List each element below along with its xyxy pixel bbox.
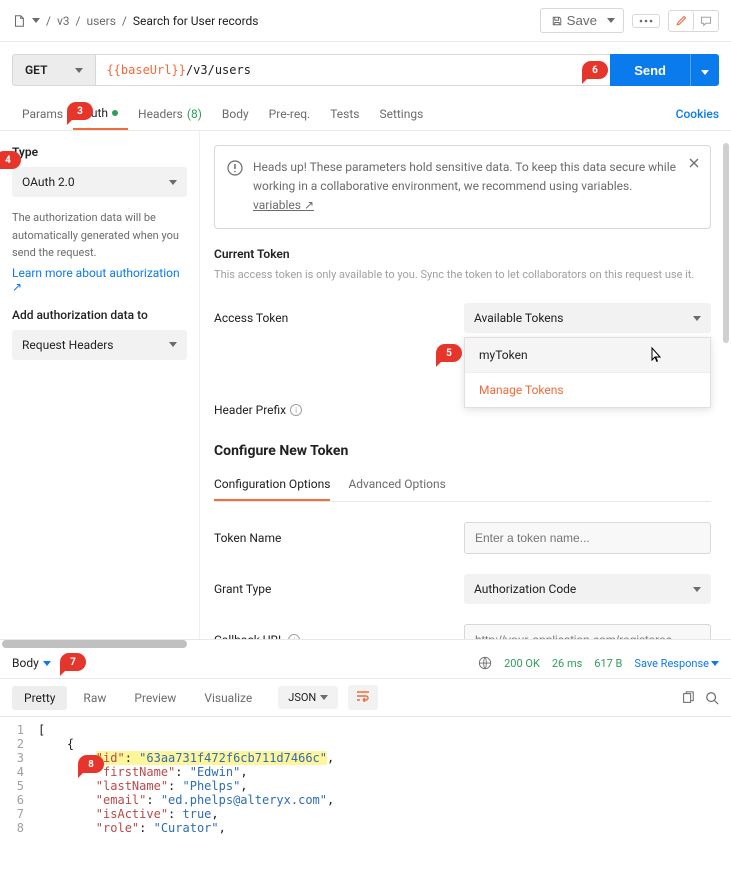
callback-url-label: Callback URL i (214, 633, 464, 639)
add-to-label: Add authorization data to (12, 308, 187, 322)
edit-button[interactable] (669, 11, 694, 31)
globe-icon[interactable] (478, 656, 492, 670)
dropdown-manage-tokens[interactable]: Manage Tokens (465, 372, 710, 407)
cookies-link[interactable]: Cookies (676, 107, 719, 121)
add-to-select[interactable]: Request Headers (12, 330, 187, 360)
current-token-title: Current Token (214, 247, 711, 261)
callout-7: 7 (60, 653, 86, 671)
callout-4: 4 (0, 151, 21, 169)
response-size: 617 B (594, 657, 622, 670)
chevron-down-icon (320, 695, 328, 700)
crumb-current: Search for User records (133, 14, 259, 28)
resp-tab-raw[interactable]: Raw (71, 686, 118, 710)
chevron-down-icon (693, 316, 701, 321)
response-body-toggle[interactable]: Body (12, 656, 51, 670)
crumb-p2[interactable]: users (86, 14, 115, 28)
comment-button[interactable] (694, 11, 718, 31)
scrollbar[interactable] (723, 143, 729, 343)
send-button[interactable]: Send (610, 54, 690, 86)
info-icon[interactable]: i (288, 634, 300, 639)
status-code: 200 OK (504, 657, 540, 670)
access-token-select[interactable]: Available Tokens myToken Manage Tokens (464, 303, 711, 333)
tab-config-options[interactable]: Configuration Options (214, 471, 330, 501)
url-input[interactable]: {{baseUrl}}/v3/users (96, 54, 610, 86)
chevron-down-icon (75, 68, 83, 73)
learn-more-link[interactable]: Learn more about authorization ↗ (12, 266, 187, 294)
tab-settings[interactable]: Settings (369, 99, 433, 129)
configure-new-token-title: Configure New Token (214, 443, 711, 459)
auth-hint: The authorization data will be automatic… (12, 209, 187, 262)
dropdown-item-mytoken[interactable]: myToken (465, 338, 710, 372)
token-name-input[interactable] (464, 522, 711, 554)
chevron-down-icon[interactable] (32, 18, 40, 23)
access-token-label: Access Token (214, 311, 464, 325)
chevron-down-icon (701, 70, 709, 75)
current-token-desc: This access token is only available to y… (214, 267, 711, 284)
search-icon[interactable] (705, 691, 719, 705)
breadcrumb: / v3 / users / Search for User records (12, 14, 259, 28)
crumb-p1[interactable]: v3 (57, 14, 70, 28)
token-dropdown: myToken Manage Tokens (464, 337, 711, 408)
callout-5: 5 (436, 344, 462, 362)
more-button[interactable] (632, 14, 660, 28)
token-name-label: Token Name (214, 531, 464, 545)
method-select[interactable]: GET (12, 54, 96, 86)
wrap-icon (356, 690, 370, 702)
chevron-down-icon (693, 587, 701, 592)
chevron-down-icon (711, 661, 719, 666)
info-icon[interactable]: i (290, 404, 302, 416)
grant-type-label: Grant Type (214, 582, 464, 596)
tab-prereq[interactable]: Pre-req. (259, 99, 321, 129)
response-format-select[interactable]: JSON (278, 686, 338, 709)
tab-tests[interactable]: Tests (320, 99, 369, 129)
close-alert-button[interactable] (688, 156, 700, 175)
comment-icon (700, 15, 712, 27)
tab-advanced-options[interactable]: Advanced Options (348, 471, 445, 501)
grant-type-select[interactable]: Authorization Code (464, 574, 711, 604)
callback-url-input[interactable] (464, 624, 711, 639)
chevron-down-icon (607, 18, 615, 23)
tab-headers[interactable]: Headers (8) (128, 99, 212, 129)
chevron-down-icon (169, 342, 177, 347)
ellipsis-icon (639, 19, 653, 23)
chevron-down-icon (43, 661, 51, 666)
status-dot-icon (112, 110, 118, 116)
header-prefix-label: Header Prefix i (214, 403, 464, 417)
callout-3: 3 (67, 102, 93, 120)
callout-6: 6 (582, 61, 608, 79)
save-icon (551, 15, 563, 27)
callout-8: 8 (78, 755, 104, 773)
tab-params[interactable]: Params (12, 99, 73, 129)
send-chevron-button[interactable] (690, 54, 719, 86)
pencil-icon (675, 15, 687, 27)
save-chevron-button[interactable] (599, 8, 624, 33)
horizontal-scrollbar[interactable] (2, 640, 187, 648)
copy-icon[interactable] (681, 691, 695, 705)
cursor-icon (648, 346, 662, 364)
variables-link[interactable]: variables ↗ (253, 198, 314, 212)
resp-tab-pretty[interactable]: Pretty (12, 686, 67, 710)
resp-tab-visualize[interactable]: Visualize (192, 686, 264, 710)
auth-type-select[interactable]: OAuth 2.0 (12, 167, 187, 197)
close-icon (688, 157, 700, 169)
type-label: Type (12, 145, 187, 159)
chevron-down-icon (169, 180, 177, 185)
save-response-button[interactable]: Save Response (634, 657, 719, 670)
tab-body[interactable]: Body (212, 99, 259, 129)
warning-icon (227, 160, 243, 176)
sensitive-data-alert: Heads up! These parameters hold sensitiv… (214, 145, 711, 229)
wrap-lines-button[interactable] (348, 685, 378, 710)
resp-tab-preview[interactable]: Preview (122, 686, 188, 710)
document-icon (12, 14, 26, 28)
save-button[interactable]: Save (540, 8, 608, 33)
response-time: 26 ms (552, 657, 582, 670)
